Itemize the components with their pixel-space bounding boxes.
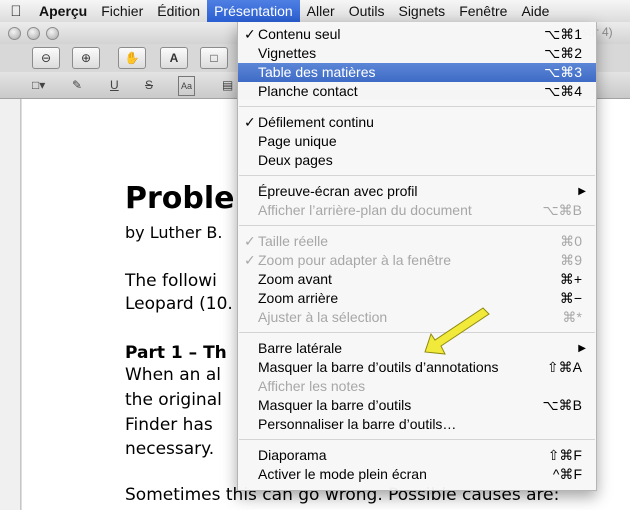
menu-item-shortcut: ⌥⌘3 [544,64,582,80]
checkmark-icon: ✓ [244,252,256,268]
hand-tool-icon[interactable]: ✋ [118,47,146,69]
doc-paragraph-line: the original [125,390,222,410]
menu-item-shortcut: ⌥⌘1 [544,26,582,42]
sidebar-strip [0,99,21,510]
menu-item-shortcut: ⌘9 [560,252,582,268]
menu-signets[interactable]: Signets [391,0,452,22]
highlight-pen-icon[interactable]: ✎ [72,76,82,94]
menu-item-label: Zoom avant [258,271,332,287]
zoom-window-button[interactable] [46,27,59,40]
strikethrough-icon[interactable]: S [145,76,153,94]
menu-separator [239,439,595,440]
menu-item-shortcut: ⇧⌘F [547,447,582,463]
zoom-in-icon[interactable]: ⊕ [72,47,100,69]
apple-icon[interactable]:  [0,3,32,20]
menu-item-label: Activer le mode plein écran [258,466,427,482]
menu-item-shortcut: ⌥⌘4 [544,83,582,99]
menu-fenetre[interactable]: Fenêtre [452,0,514,22]
select-tool-icon[interactable]: □ [200,47,228,69]
menu-item-label: Zoom arrière [258,290,339,306]
submenu-arrow-icon: ▶ [578,186,586,197]
menu-item: ✓ Zoom pour adapter à la fenêtre ⌘9 [238,251,596,270]
doc-paragraph-line: Leopard (10. [125,294,233,314]
menu-item-label: Deux pages [258,152,333,168]
menu-item-label: Afficher l’arrière-plan du document [258,202,472,218]
menu-item[interactable]: Activer le mode plein écran ^⌘F [238,465,596,484]
menu-item: Afficher l’arrière-plan du document ⌥⌘B [238,201,596,220]
menu-item[interactable]: Personnaliser la barre d’outils… [238,415,596,434]
doc-paragraph-line: When an al [125,365,221,385]
menu-item[interactable]: ✓ Contenu seul ⌥⌘1 [238,25,596,44]
menu-item-shortcut: ⌥⌘B [542,202,582,218]
menu-item-shortcut: ⌘0 [560,233,582,249]
menu-edition[interactable]: Édition [150,0,207,22]
minimize-window-button[interactable] [27,27,40,40]
menu-item-label: Masquer la barre d’outils [258,397,412,413]
menu-item-label: Personnaliser la barre d’outils… [258,416,457,432]
menu-item-label: Zoom pour adapter à la fenêtre [258,252,452,268]
menu-item[interactable]: Planche contact ⌥⌘4 [238,82,596,101]
checkmark-icon: ✓ [244,114,256,130]
menu-item-label: Défilement continu [258,114,374,130]
menu-app-name[interactable]: Aperçu [32,0,94,22]
note-icon[interactable]: ▤ [222,76,233,94]
menu-item[interactable]: Deux pages [238,151,596,170]
menu-item-label: Page unique [258,133,337,149]
presentation-menu: ✓ Contenu seul ⌥⌘1 Vignettes ⌥⌘2 Table des ma… [237,22,597,491]
menu-separator [239,175,595,176]
menu-item-shortcut: ⌘− [559,290,582,306]
menu-item-label: Épreuve-écran avec profil [258,183,418,199]
menu-item-shortcut: ⇧⌘A [546,359,582,375]
doc-heading: Proble [125,181,235,216]
menu-separator [239,225,595,226]
submenu-arrow-icon: ▶ [578,343,586,354]
menu-item[interactable]: Page unique [238,132,596,151]
text-annotation-icon[interactable]: Aa [178,76,196,96]
menu-item-label: Vignettes [258,45,317,61]
menu-bar:  Aperçu Fichier Édition Présentation Al… [0,0,630,23]
menu-item[interactable]: Vignettes ⌥⌘2 [238,44,596,63]
menu-item[interactable]: Zoom avant ⌘+ [238,270,596,289]
menu-item-shortcut: ⌥⌘2 [544,45,582,61]
menu-item-shortcut: ^⌘F [552,466,582,482]
rectangle-annotation-icon[interactable]: □▾ [32,76,45,94]
menu-item[interactable]: Masquer la barre d’outils ⌥⌘B [238,396,596,415]
menu-item-label: Planche contact [258,83,358,99]
menu-fichier[interactable]: Fichier [94,0,150,22]
close-window-button[interactable] [8,27,21,40]
doc-paragraph-line: necessary. [125,439,215,459]
annotation-arrow-icon [424,307,490,355]
menu-presentation[interactable]: Présentation [207,0,300,22]
doc-author: by Luther B. [125,223,223,242]
menu-item[interactable]: Table des matières ⌥⌘3 [238,63,596,82]
menu-item: ✓ Taille réelle ⌘0 [238,232,596,251]
doc-paragraph-line: The followi [125,271,217,291]
zoom-out-icon[interactable]: ⊖ [32,47,60,69]
doc-section-heading: Part 1 – Th [125,343,227,363]
doc-paragraph-line: Finder has [125,415,213,435]
menu-outils[interactable]: Outils [342,0,392,22]
menu-item-label: Table des matières [258,64,376,80]
menu-item-label: Barre latérale [258,340,343,356]
text-tool-icon[interactable]: A [160,47,188,69]
menu-item-label: Afficher les notes [258,378,366,394]
menu-item[interactable]: ✓ Défilement continu [238,113,596,132]
menu-item-shortcut: ⌘+ [559,271,582,287]
menu-aller[interactable]: Aller [300,0,342,22]
checkmark-icon: ✓ [244,26,256,42]
menu-item[interactable]: Diaporama ⇧⌘F [238,446,596,465]
menu-aide[interactable]: Aide [514,0,556,22]
underline-icon[interactable]: U [110,76,119,94]
menu-item-shortcut: ⌥⌘B [542,397,582,413]
menu-item: Afficher les notes [238,377,596,396]
menu-item-label: Diaporama [258,447,327,463]
checkmark-icon: ✓ [244,233,256,249]
menu-item[interactable]: Épreuve-écran avec profil ▶ [238,182,596,201]
menu-item-label: Ajuster à la sélection [258,309,388,325]
menu-item-shortcut: ⌘* [562,309,582,325]
menu-item-label: Taille réelle [258,233,329,249]
menu-separator [239,106,595,107]
menu-item-label: Contenu seul [258,26,341,42]
